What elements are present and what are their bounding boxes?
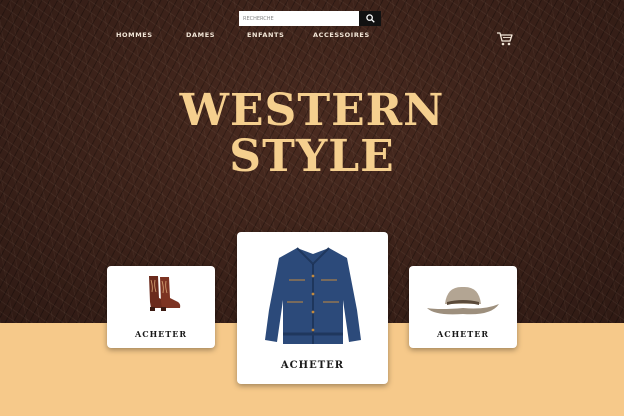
- product-card-jacket[interactable]: ACHETER: [237, 232, 388, 384]
- cart-button[interactable]: [496, 31, 514, 47]
- product-card-boots[interactable]: ACHETER: [107, 266, 215, 348]
- denim-jacket-image: [265, 247, 361, 344]
- nav-item-hommes[interactable]: HOMMES: [116, 31, 153, 39]
- nav-item-dames[interactable]: DAMES: [186, 31, 215, 39]
- product-card-label: ACHETER: [437, 329, 489, 339]
- product-card-label: ACHETER: [135, 329, 187, 339]
- hero-title-line-1: WESTERN: [179, 85, 445, 136]
- main-nav: HOMMES DAMES ENFANTS ACCESSOIRES: [0, 31, 624, 43]
- nav-item-accessoires[interactable]: ACCESSOIRES: [313, 31, 370, 39]
- search-icon: [365, 14, 375, 23]
- search-bar: [239, 11, 381, 26]
- product-card-hat[interactable]: ACHETER: [409, 266, 517, 348]
- hero-title: WESTERN STYLE: [0, 88, 624, 180]
- search-button[interactable]: [359, 11, 381, 26]
- search-input[interactable]: [239, 11, 359, 26]
- hero-title-line-2: STYLE: [229, 131, 395, 182]
- nav-item-enfants[interactable]: ENFANTS: [247, 31, 284, 39]
- product-card-label: ACHETER: [280, 360, 345, 371]
- boots-image: [149, 276, 181, 311]
- cart-icon: [497, 32, 513, 46]
- cowboy-hat-image: [427, 286, 499, 315]
